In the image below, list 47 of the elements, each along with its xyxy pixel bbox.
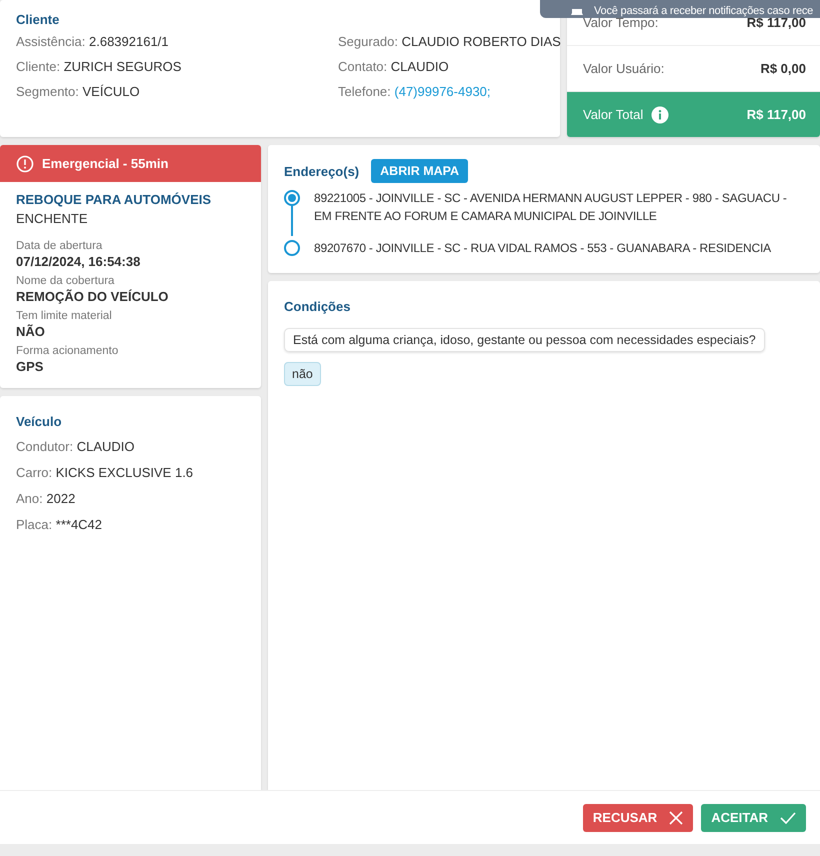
address-text: 89207670 - JOINVILLE - SC - RUA VIDAL RAMOS - 553 - GUANABARA - RESIDENCIA [314,240,771,257]
question-bubble: Está com alguma criança, idoso, gestante ou pessoa com necessidades especiais? [284,328,765,352]
section-title: Veículo [16,414,63,429]
value-label: Valor Usuário: [583,61,664,76]
address-marker[interactable] [284,240,300,256]
service-title: REBOQUE PARA AUTOMÓVEIS [16,192,212,207]
close-icon [669,810,684,824]
info-line: Segurado: CLAUDIO ROBERTO DIAS [338,33,561,50]
service-subtitle: ENCHENTE [16,211,89,226]
info-line: Placa: ***4C42 [16,516,104,533]
field-value: NÃO [16,324,46,339]
connector-line [291,206,293,236]
info-line: Cliente: ZURICH SEGUROS [16,58,182,75]
toast-text: Você passará a receber notificações caso rece [594,5,814,17]
address-marker[interactable] [284,190,300,206]
answer-chip: não [284,362,321,386]
field-label: Forma acionamento [16,345,120,357]
check-icon [780,812,796,824]
phone-link[interactable]: (47)99976-4930; [394,84,491,99]
info-line: Condutor: CLAUDIO [16,438,136,455]
reject-button[interactable]: RECUSAR [582,804,694,832]
info-line: Segmento: VEÍCULO [16,83,141,100]
field-label: Nome da cobertura [16,275,116,287]
info-icon [651,106,670,124]
value-amount: R$ 117,00 [746,107,806,122]
address-text: 89221005 - JOINVILLE - SC - AVENIDA HERMANN AUGUST LEPPER - 980 - SAGUACU - EM FRENTE AO FORUM E CAMARA MUNICIPAL DE JOINVILLE [314,190,788,225]
info-icon [16,154,34,172]
field-value: 07/12/2024, 16:54:38 [16,254,142,269]
info-line: Telefone: (47)99976-4930; [338,83,492,100]
field-label: Tem limite material [16,310,113,322]
section-title: Endereço(s) [284,164,360,178]
field-label: Data de abertura [16,240,104,252]
value-amount: R$ 0,00 [760,61,806,76]
value-label: Valor Tempo: [583,15,658,30]
info-line: Contato: CLAUDIO [338,58,450,75]
accept-button[interactable]: ACEITAR [701,804,806,832]
info-line: Carro: KICKS EXCLUSIVE 1.6 [16,464,194,481]
value-amount: R$ 117,00 [746,15,806,30]
open-map-button[interactable]: ABRIR MAPA [371,159,468,183]
info-line: Assistência: 2.68392161/1 [16,33,170,50]
info-line: Ano: 2022 [16,490,76,507]
priority-text: Emergencial - 55min [42,156,168,171]
field-value: GPS [16,359,44,374]
section-title: Cliente [16,12,60,27]
section-title: Condições [284,299,350,314]
field-value: REMOÇÃO DO VEÍCULO [16,289,170,304]
value-label: Valor Total [583,107,644,122]
